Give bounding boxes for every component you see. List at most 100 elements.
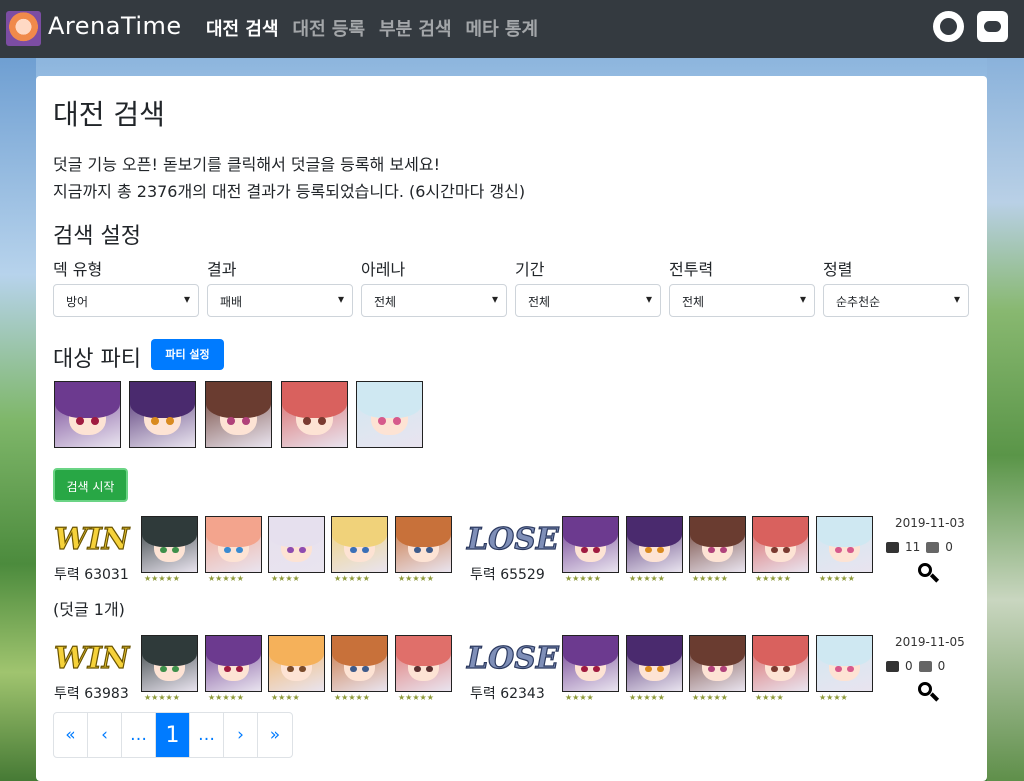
win-badge: WIN: [53, 521, 130, 557]
defender-portrait: [816, 516, 873, 573]
attacker-portrait: [268, 635, 325, 692]
downvote-count: 0: [937, 659, 946, 673]
star-rating: ★★★★★: [755, 574, 791, 583]
filter-deck-type: 덱 유형 방어: [53, 256, 199, 317]
thumbs-down-icon[interactable]: [918, 660, 932, 672]
filter-label: 아레나: [361, 260, 406, 279]
magnifier-icon[interactable]: [918, 563, 940, 583]
filter-label: 덱 유형: [53, 260, 103, 279]
filter-label: 정렬: [823, 260, 853, 279]
defender-power: 투력 65529: [470, 567, 545, 583]
defender-portrait: [816, 635, 873, 692]
period-select[interactable]: 전체: [515, 284, 661, 317]
defender-portrait: [562, 516, 619, 573]
win-badge: WIN: [53, 640, 130, 676]
target-party-portrait: [356, 381, 423, 448]
attacker-portrait: [331, 635, 388, 692]
pagination: « ‹ … 1 … › »: [53, 712, 293, 758]
star-rating: ★★★★★: [398, 693, 434, 702]
target-party-portrait: [129, 381, 196, 448]
result-select[interactable]: 패배: [207, 284, 353, 317]
thumbs-up-icon[interactable]: [886, 541, 899, 553]
page-first-button[interactable]: «: [54, 713, 88, 757]
star-rating: ★★★★★: [819, 574, 855, 583]
power-select[interactable]: 전체: [669, 284, 815, 317]
nav-link-meta-stats[interactable]: 메타 통계: [466, 15, 539, 41]
page-ellipsis[interactable]: …: [190, 713, 224, 757]
thumbs-up-icon[interactable]: [886, 660, 899, 672]
nav-link-partial-search[interactable]: 부분 검색: [379, 15, 452, 41]
thumbs-down-icon[interactable]: [926, 541, 940, 553]
defender-portrait: [626, 516, 683, 573]
star-rating: ★★★★★: [692, 574, 728, 583]
attacker-portrait: [141, 516, 198, 573]
defender-portrait: [752, 635, 809, 692]
defender-power: 투력 62343: [470, 686, 545, 702]
notice-line-1: 덧글 기능 오픈! 돋보기를 클릭해서 덧글을 등록해 보세요!: [53, 155, 440, 174]
vote-counts: 11 0: [886, 540, 953, 554]
arena-select[interactable]: 전체: [361, 284, 507, 317]
star-rating: ★★★★: [271, 574, 300, 583]
filter-result: 결과 패배: [207, 256, 353, 317]
discord-icon[interactable]: [977, 11, 1008, 42]
filter-power: 전투력 전체: [669, 256, 815, 317]
battle-date: 2019-11-03: [895, 516, 965, 530]
page-next-button[interactable]: ›: [224, 713, 258, 757]
star-rating: ★★★★: [755, 693, 784, 702]
magnifier-icon[interactable]: [918, 682, 940, 702]
notice-line-2: 지금까지 총 2376개의 대전 결과가 등록되었습니다. (6시간마다 갱신): [53, 182, 526, 201]
lose-badge: LOSE: [466, 640, 559, 676]
target-party-portrait: [54, 381, 121, 448]
sort-select[interactable]: 순추천순: [823, 284, 969, 317]
star-rating: ★★★★★: [208, 574, 244, 583]
defender-portrait: [626, 635, 683, 692]
deck-type-select[interactable]: 방어: [53, 284, 199, 317]
defender-portrait: [689, 635, 746, 692]
filter-label: 결과: [207, 260, 237, 279]
github-icon[interactable]: [933, 11, 964, 42]
attacker-portrait: [205, 516, 262, 573]
attacker-power: 투력 63983: [54, 686, 129, 702]
filter-label: 기간: [515, 260, 545, 279]
page-title: 대전 검색: [53, 98, 165, 131]
attacker-portrait: [395, 516, 452, 573]
star-rating: ★★★★★: [208, 693, 244, 702]
vote-counts: 00: [886, 659, 945, 673]
star-rating: ★★★★★: [565, 574, 601, 583]
star-rating: ★★★★★: [334, 574, 370, 583]
star-rating: ★★★★★: [144, 693, 180, 702]
navbar: ArenaTime 대전 검색 대전 등록 부분 검색 메타 통계: [0, 0, 1024, 58]
nav-link-battle-search[interactable]: 대전 검색: [206, 15, 279, 41]
brand-name[interactable]: ArenaTime: [48, 12, 182, 40]
party-settings-button[interactable]: 파티 설정: [151, 339, 224, 370]
target-party-portrait: [281, 381, 348, 448]
search-start-button[interactable]: 검색 시작: [53, 468, 128, 502]
attacker-portrait: [331, 516, 388, 573]
defender-portrait: [562, 635, 619, 692]
attacker-portrait: [141, 635, 198, 692]
page-prev-button[interactable]: ‹: [88, 713, 122, 757]
background-right: [987, 58, 1024, 781]
background-left: [0, 58, 36, 781]
star-rating: ★★★★: [819, 693, 848, 702]
defender-portrait: [689, 516, 746, 573]
battle-date: 2019-11-05: [895, 635, 965, 649]
page-ellipsis[interactable]: …: [122, 713, 156, 757]
page-last-button[interactable]: »: [258, 713, 292, 757]
filter-arena: 아레나 전체: [361, 256, 507, 317]
logo-icon[interactable]: [6, 11, 41, 46]
comment-count[interactable]: (덧글 1개): [53, 596, 125, 620]
page-current[interactable]: 1: [156, 713, 190, 757]
downvote-count: 0: [945, 540, 953, 554]
star-rating: ★★★★: [271, 693, 300, 702]
target-party-portrait: [205, 381, 272, 448]
star-rating: ★★★★★: [629, 574, 665, 583]
lose-badge: LOSE: [466, 521, 559, 557]
defender-portrait: [752, 516, 809, 573]
attacker-portrait: [205, 635, 262, 692]
attacker-portrait: [268, 516, 325, 573]
filter-period: 기간 전체: [515, 256, 661, 317]
attacker-portrait: [395, 635, 452, 692]
nav-link-battle-register[interactable]: 대전 등록: [293, 15, 366, 41]
attacker-power: 투력 63031: [54, 567, 129, 583]
